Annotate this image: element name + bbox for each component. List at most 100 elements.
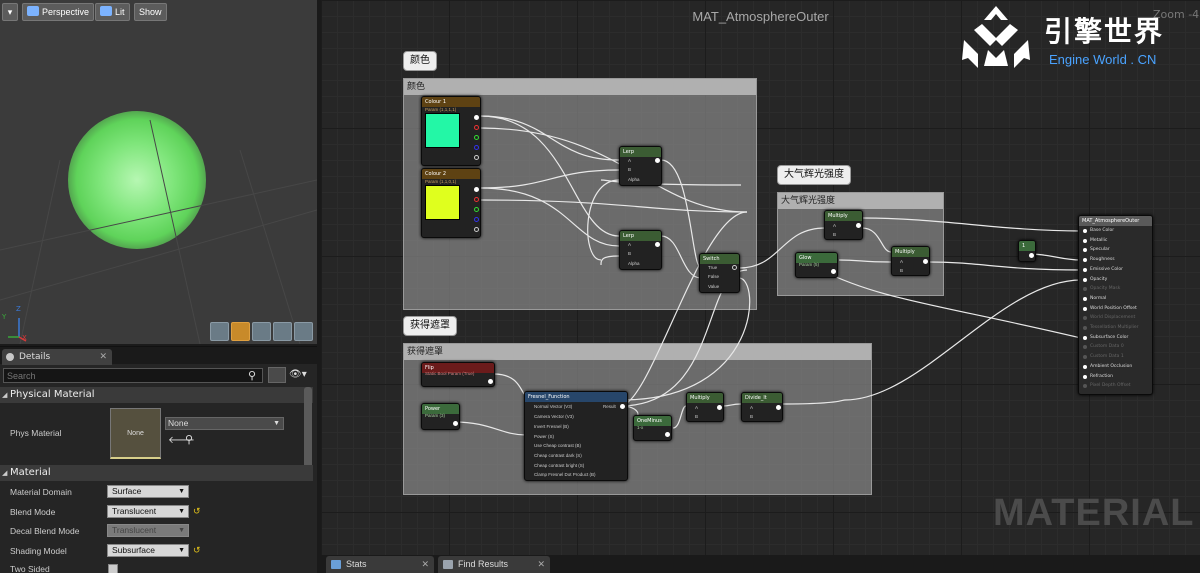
output-pin-b[interactable] (474, 217, 479, 222)
tab-stats[interactable]: Stats ✕ (326, 556, 434, 573)
node-oneminus[interactable]: OneMinus 1-x (633, 415, 672, 441)
output-pin[interactable] (453, 421, 458, 426)
input-pin[interactable] (1083, 267, 1087, 272)
phys-material-thumbnail[interactable]: None (110, 408, 161, 459)
list-view-icon[interactable] (268, 367, 286, 383)
reset-to-default-icon[interactable]: ↺ (193, 545, 201, 556)
node-result[interactable]: MAT_AtmosphereOuter Base Color Metallic Sp… (1078, 215, 1153, 395)
output-pin[interactable] (831, 269, 836, 274)
node-divide[interactable]: Divide_lt A B (741, 392, 783, 422)
input-pin[interactable] (1083, 258, 1087, 263)
input-pin[interactable] (1083, 306, 1087, 311)
input-pin[interactable] (1083, 238, 1087, 243)
node-glow[interactable]: Glow Param (5) (795, 252, 838, 278)
show-button[interactable]: Show (134, 3, 167, 21)
preview-viewport[interactable]: ▾ Perspective Lit Show Y Z X (0, 0, 317, 344)
input-pin[interactable] (1083, 364, 1087, 369)
node-constant[interactable]: 1 (1018, 240, 1036, 262)
output-pin[interactable] (1029, 253, 1034, 258)
output-pin[interactable] (474, 115, 479, 120)
output-pin-r[interactable] (474, 197, 479, 202)
node-colour2[interactable]: Colour 2 Param (1,1,0,1) (421, 168, 481, 238)
node-multiply2[interactable]: Multiply A B (891, 246, 930, 276)
output-pin[interactable] (856, 223, 861, 228)
preview-sphere-button[interactable] (231, 322, 250, 341)
output-pin[interactable] (717, 405, 722, 410)
input-pin[interactable] (1083, 229, 1087, 233)
output-pin-a[interactable] (474, 227, 479, 232)
eye-view-options-icon[interactable]: 👁▾ (289, 367, 313, 383)
input-pin[interactable] (1083, 248, 1087, 253)
result-pin-row[interactable]: Roughness (1083, 257, 1153, 265)
node-lerp2[interactable]: Lerp A B Alpha (619, 230, 662, 270)
blend-mode-combo[interactable]: Translucent ▼ (107, 505, 189, 518)
material-domain-combo[interactable]: Surface ▼ (107, 485, 189, 498)
input-pin[interactable] (1083, 345, 1087, 350)
viewport-menu-button[interactable]: ▾ (2, 3, 18, 21)
input-pin[interactable] (1083, 335, 1087, 340)
output-pin[interactable] (776, 405, 781, 410)
input-pin[interactable] (1083, 355, 1087, 360)
lit-button[interactable]: Lit (95, 3, 130, 21)
node-fresnel[interactable]: Fresnel_Function Result Normal Vector (V… (524, 391, 628, 481)
output-pin[interactable] (655, 242, 660, 247)
input-pin[interactable] (1083, 316, 1087, 321)
result-pin-row[interactable]: Custom Data 1 (1083, 354, 1153, 362)
close-icon[interactable]: ✕ (537, 556, 545, 573)
output-pin-r[interactable] (474, 125, 479, 130)
result-pin-row[interactable]: Opacity (1083, 277, 1153, 285)
result-pin-row[interactable]: Subsurface Color (1083, 335, 1153, 343)
result-pin-row[interactable]: World Position Offset (1083, 306, 1153, 314)
input-pin[interactable] (1083, 287, 1087, 292)
output-pin[interactable] (620, 404, 625, 409)
result-pin-row[interactable]: Ambient Occlusion (1083, 364, 1153, 372)
close-icon[interactable]: ✕ (421, 556, 429, 573)
result-pin-row[interactable]: Opacity Mask (1083, 286, 1153, 294)
node-lerp1[interactable]: Lerp A B Alpha (619, 146, 662, 186)
output-pin[interactable] (923, 259, 928, 264)
browse-search-icon[interactable]: ⚲ (185, 433, 193, 446)
input-pin[interactable] (1083, 296, 1087, 301)
section-physical-material[interactable]: ◢ Physical Material (0, 387, 313, 403)
close-icon[interactable]: ✕ (99, 349, 107, 365)
node-colour1[interactable]: Colour 1 Param (1,1,1,1) (421, 96, 481, 166)
shading-model-combo[interactable]: Subsurface ▼ (107, 544, 189, 557)
output-pin[interactable] (665, 432, 670, 437)
preview-cube-button[interactable] (273, 322, 292, 341)
result-pin-row[interactable]: Specular (1083, 247, 1153, 255)
reset-to-default-icon[interactable]: ↺ (193, 506, 201, 517)
node-multiply3[interactable]: Multiply A B (686, 392, 724, 422)
output-pin-g[interactable] (474, 135, 479, 140)
preview-plane-button[interactable] (252, 322, 271, 341)
output-pin-g[interactable] (474, 207, 479, 212)
result-pin-row[interactable]: Refraction (1083, 374, 1153, 382)
output-pin-b[interactable] (474, 145, 479, 150)
result-pin-row[interactable]: Normal (1083, 296, 1153, 304)
node-flip[interactable]: Flip Static Bool Param (True) (421, 362, 495, 387)
result-pin-row[interactable]: Metallic (1083, 238, 1153, 246)
preview-custom-mesh-button[interactable] (294, 322, 313, 341)
result-pin-row[interactable]: Base Color (1083, 228, 1153, 236)
output-pin-a[interactable] (474, 155, 479, 160)
result-pin-row[interactable]: Pixel Depth Offset (1083, 383, 1153, 391)
result-pin-row[interactable]: Emissive Color (1083, 267, 1153, 275)
phys-material-combo[interactable]: None ▼ (165, 417, 284, 430)
output-pin[interactable] (655, 158, 660, 163)
result-pin-row[interactable]: World Displacement (1083, 315, 1153, 323)
perspective-button[interactable]: Perspective (22, 3, 95, 21)
input-pin[interactable] (1083, 277, 1087, 282)
result-pin-row[interactable]: Tessellation Multiplier (1083, 325, 1153, 333)
output-pin[interactable] (474, 187, 479, 192)
input-pin[interactable] (1083, 374, 1087, 379)
node-switch[interactable]: Switch True False Value (699, 253, 740, 293)
output-pin[interactable] (488, 379, 493, 384)
preview-cylinder-button[interactable] (210, 322, 229, 341)
material-graph[interactable]: MAT_AtmosphereOuter Zoom -4 颜色 颜色 大气辉光强度… (321, 0, 1200, 555)
section-material[interactable]: ◢ Material (0, 465, 313, 481)
output-pin[interactable] (732, 265, 737, 270)
two-sided-checkbox[interactable] (108, 564, 118, 573)
input-pin[interactable] (1083, 384, 1087, 389)
input-pin[interactable] (1083, 326, 1087, 330)
details-search-input[interactable] (3, 368, 263, 383)
details-scrollbar[interactable] (304, 387, 312, 471)
